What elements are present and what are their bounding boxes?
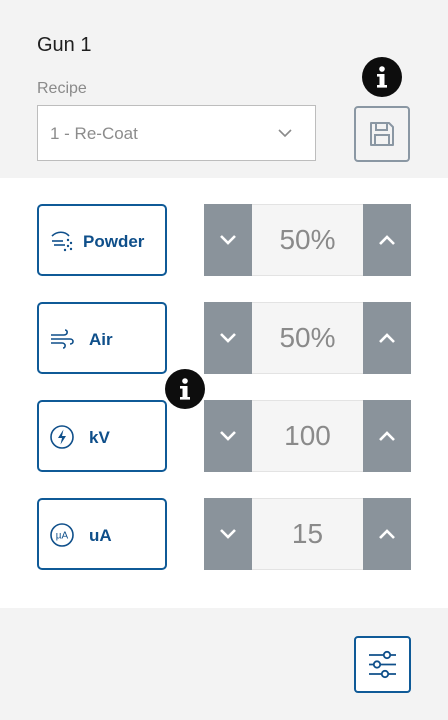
ua-stepper: 15 <box>204 498 411 570</box>
chevron-up-icon <box>379 235 395 245</box>
recipe-selected-value: 1 - Re-Coat <box>50 124 138 143</box>
info-icon[interactable] <box>362 57 402 97</box>
gun-title: Gun 1 <box>37 34 92 56</box>
air-value[interactable]: 50% <box>252 302 363 374</box>
air-button[interactable]: Air <box>37 302 167 374</box>
kv-increase-button[interactable] <box>363 400 411 472</box>
air-increase-button[interactable] <box>363 302 411 374</box>
chevron-down-icon <box>220 333 236 343</box>
powder-icon <box>51 231 73 252</box>
ua-label: uA <box>89 526 112 545</box>
voltage-icon <box>50 425 74 449</box>
ua-decrease-button[interactable] <box>204 498 252 570</box>
ua-value[interactable]: 15 <box>252 498 363 570</box>
kv-value[interactable]: 100 <box>252 400 363 472</box>
kv-stepper: 100 <box>204 400 411 472</box>
powder-button[interactable]: Powder <box>37 204 167 276</box>
ua-increase-button[interactable] <box>363 498 411 570</box>
chevron-down-icon <box>220 431 236 441</box>
recipe-select[interactable]: 1 - Re-Coat <box>37 105 316 161</box>
chevron-down-icon <box>277 125 293 146</box>
air-decrease-button[interactable] <box>204 302 252 374</box>
air-icon <box>51 329 74 349</box>
kv-button[interactable]: kV <box>37 400 167 472</box>
info-icon[interactable] <box>165 369 205 409</box>
settings-button[interactable] <box>354 636 411 693</box>
save-button[interactable] <box>354 106 410 162</box>
powder-label: Powder <box>83 232 145 251</box>
chevron-up-icon <box>379 431 395 441</box>
sliders-icon <box>369 650 396 679</box>
save-icon <box>370 122 394 146</box>
chevron-down-icon <box>220 235 236 245</box>
recipe-label: Recipe <box>37 80 87 97</box>
chevron-up-icon <box>379 529 395 539</box>
microamp-icon: µA <box>50 523 74 547</box>
air-label: Air <box>89 330 113 349</box>
powder-decrease-button[interactable] <box>204 204 252 276</box>
powder-increase-button[interactable] <box>363 204 411 276</box>
ua-button[interactable]: µA uA <box>37 498 167 570</box>
air-stepper: 50% <box>204 302 411 374</box>
kv-decrease-button[interactable] <box>204 400 252 472</box>
powder-value[interactable]: 50% <box>252 204 363 276</box>
svg-text:µA: µA <box>56 531 69 542</box>
chevron-up-icon <box>379 333 395 343</box>
chevron-down-icon <box>220 529 236 539</box>
kv-label: kV <box>89 428 110 447</box>
powder-stepper: 50% <box>204 204 411 276</box>
